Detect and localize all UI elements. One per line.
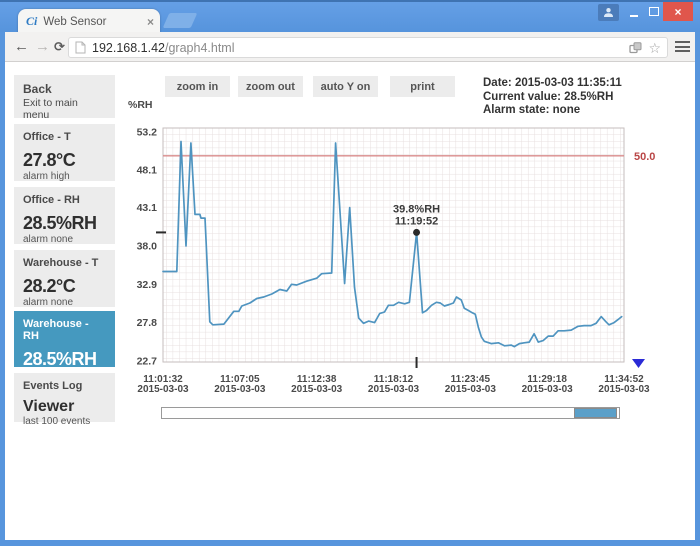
zoom-in-button[interactable]: zoom in <box>165 76 230 97</box>
url-host: 192.168.1.42 <box>92 41 165 55</box>
sensor-value: 28.5%RH <box>23 213 106 234</box>
auto-y-button[interactable]: auto Y on <box>313 76 378 97</box>
sensor-alarm: alarm none <box>23 234 106 245</box>
sidebar-item-warehouse-rh[interactable]: Warehouse - RH 28.5%RH alarm none <box>14 311 115 367</box>
sensor-name: Warehouse - T <box>23 257 106 269</box>
forward-icon[interactable]: → <box>35 38 50 55</box>
events-note: last 100 events <box>23 416 106 427</box>
x-tick-date: 2015-03-03 <box>598 384 650 395</box>
annotation-value: 39.8%RH <box>393 203 440 215</box>
user-icon <box>603 7 614 18</box>
back-subtitle: Exit to main menu <box>23 97 106 121</box>
y-axis-label: %RH <box>128 99 153 111</box>
browser-action-icon[interactable] <box>629 42 642 54</box>
page-icon <box>75 41 86 54</box>
sensor-name: Warehouse - RH <box>23 318 106 342</box>
new-tab-button[interactable] <box>163 13 198 28</box>
chart-scrollbar-track[interactable] <box>161 407 620 419</box>
sidebar-item-office-rh[interactable]: Office - RH 28.5%RH alarm none <box>14 187 115 244</box>
close-icon: × <box>674 5 681 19</box>
cursor-triangle-icon[interactable] <box>632 359 645 368</box>
events-value: Viewer <box>23 398 106 416</box>
sensor-value: 28.5%RH <box>23 349 106 370</box>
alarm-threshold-label: 50.0 <box>634 151 655 163</box>
plot-area[interactable] <box>163 128 624 362</box>
zoom-out-button[interactable]: zoom out <box>238 76 303 97</box>
x-tick-date: 2015-03-03 <box>214 384 266 395</box>
sidebar-item-warehouse-t[interactable]: Warehouse - T 28.2°C alarm none <box>14 250 115 307</box>
tab-title: Web Sensor <box>43 16 147 28</box>
y-tick-label: 32.9 <box>137 279 158 291</box>
sensor-name: Office - T <box>23 131 106 143</box>
y-tick-label: 38.0 <box>137 240 158 252</box>
y-tick-label: 22.7 <box>137 355 158 367</box>
chart-scrollbar-thumb[interactable] <box>574 408 617 418</box>
events-label: Events Log <box>23 380 106 392</box>
y-tick-label: 53.2 <box>137 126 158 138</box>
x-tick-date: 2015-03-03 <box>522 384 574 395</box>
sensor-value: 27.8°C <box>23 150 106 171</box>
x-tick-date: 2015-03-03 <box>368 384 420 395</box>
back-icon[interactable]: ← <box>14 38 29 55</box>
minimize-icon <box>630 15 638 17</box>
minimize-button[interactable] <box>625 2 642 21</box>
sensor-name: Office - RH <box>23 194 106 206</box>
print-button[interactable]: print <box>390 76 455 97</box>
status-date: Date: 2015-03-03 11:35:11 <box>483 77 622 91</box>
sidebar-item-events-log[interactable]: Events Log Viewer last 100 events <box>14 373 115 422</box>
favicon-icon: Ci <box>26 14 37 29</box>
selected-point-marker[interactable] <box>413 229 420 236</box>
browser-tab[interactable]: Ci Web Sensor × <box>18 9 160 34</box>
sensor-alarm: alarm high <box>23 171 106 182</box>
x-tick-date: 2015-03-03 <box>137 384 189 395</box>
tab-close-icon[interactable]: × <box>147 17 154 27</box>
sidebar-item-office-t[interactable]: Office - T 27.8°C alarm high <box>14 124 115 181</box>
y-tick-label: 27.8 <box>137 317 158 329</box>
bookmark-star-icon[interactable]: ☆ <box>648 41 661 55</box>
rh-line-chart[interactable]: %RH53.248.143.138.032.927.822.711:01:322… <box>120 95 700 405</box>
reload-icon[interactable]: ⟳ <box>54 39 65 55</box>
sidebar-item-back[interactable]: Back Exit to main menu <box>14 75 115 118</box>
x-tick-date: 2015-03-03 <box>291 384 343 395</box>
back-label: Back <box>23 82 106 96</box>
maximize-icon <box>649 7 659 16</box>
url-bar[interactable]: 192.168.1.42/graph4.html ☆ <box>68 37 668 58</box>
x-tick-date: 2015-03-03 <box>445 384 497 395</box>
close-button[interactable]: × <box>663 2 693 21</box>
url-path: /graph4.html <box>165 41 234 55</box>
browser-titlebar: Ci Web Sensor × × <box>0 0 700 32</box>
profile-button[interactable] <box>598 4 619 21</box>
y-tick-label: 48.1 <box>137 165 158 177</box>
sensor-alarm: alarm none <box>23 297 106 308</box>
annotation-time: 11:19:52 <box>395 215 438 227</box>
maximize-button[interactable] <box>645 2 662 21</box>
y-tick-label: 43.1 <box>137 202 158 214</box>
menu-icon[interactable] <box>675 41 690 55</box>
sensor-value: 28.2°C <box>23 276 106 297</box>
